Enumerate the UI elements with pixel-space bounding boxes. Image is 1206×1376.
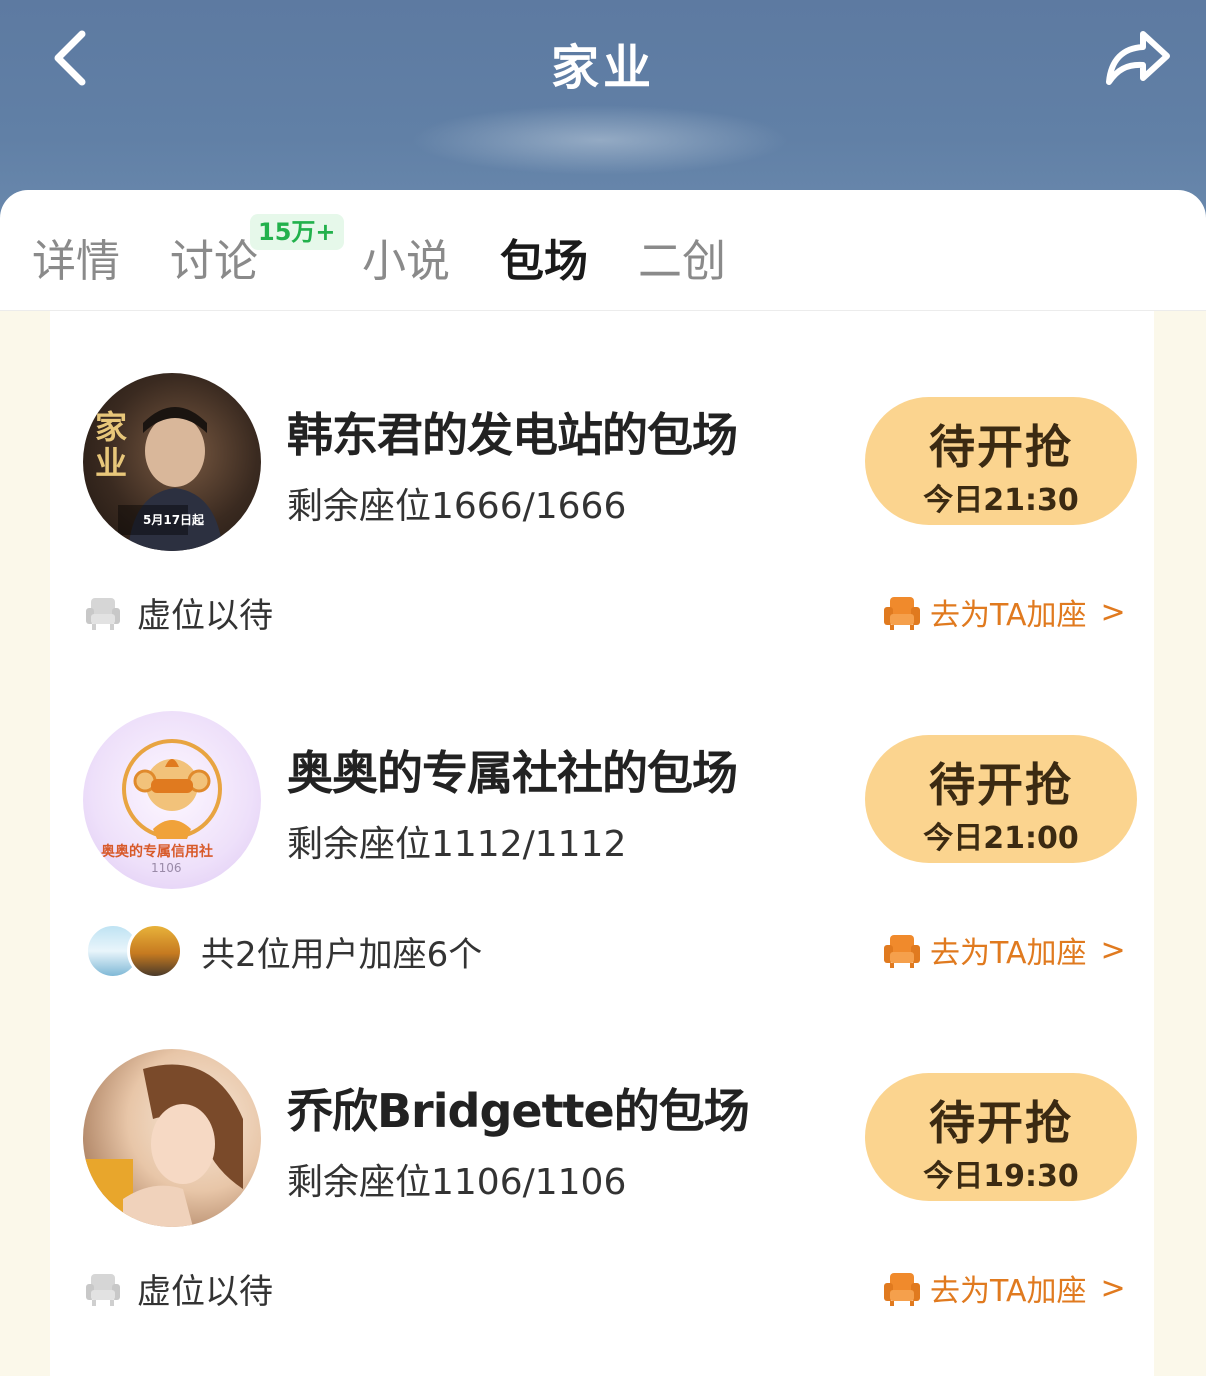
seat-status-text: 虚位以待 — [137, 1271, 273, 1312]
sofa-icon — [884, 935, 920, 968]
grab-button[interactable]: 待开抢 今日19:30 — [865, 1073, 1137, 1201]
avatar: 奥奥的专属信用社 1106 — [83, 711, 261, 889]
grab-button-label: 待开抢 — [929, 1096, 1073, 1150]
blurred-subtitle — [410, 105, 790, 175]
chevron-right-icon: > — [1100, 594, 1126, 630]
screening-list: 家业 5月17日起 韩东君的发电站的包场 剩余座位1666/1666 待开抢 今… — [50, 311, 1154, 1376]
discussion-count-badge: 15万+ — [250, 214, 344, 250]
avatar — [83, 1049, 261, 1227]
avatar-logo-text: 奥奥的专属信用社 — [101, 844, 213, 860]
grab-button-time: 今日21:00 — [923, 821, 1079, 856]
seat-status-text: 虚位以待 — [137, 595, 273, 636]
tab-fan-creation[interactable]: 二创 — [638, 225, 726, 289]
grab-button-time: 今日21:30 — [923, 483, 1079, 518]
seat-status: 虚位以待 — [83, 591, 273, 636]
page-title: 家业 — [550, 40, 655, 96]
tab-details[interactable]: 详情 — [32, 225, 120, 289]
grab-button[interactable]: 待开抢 今日21:00 — [865, 735, 1137, 863]
tab-novel[interactable]: 小说 — [362, 225, 450, 289]
screening-title: 乔欣Bridgette的包场 — [287, 1084, 750, 1138]
grab-button[interactable]: 待开抢 今日21:30 — [865, 397, 1137, 525]
seat-status: 虚位以待 — [83, 1267, 273, 1312]
share-button[interactable] — [1100, 22, 1175, 92]
add-seat-link[interactable]: 去为TA加座 > — [882, 927, 1126, 973]
grab-button-label: 待开抢 — [929, 420, 1073, 474]
sofa-icon — [884, 1273, 920, 1306]
add-seat-label: 去为TA加座 — [930, 1274, 1087, 1309]
avatar-poster-date: 5月17日起 — [143, 513, 205, 527]
avatar: 家业 5月17日起 — [83, 373, 261, 551]
add-seat-link[interactable]: 去为TA加座 > — [882, 1265, 1126, 1311]
remaining-seats: 剩余座位1666/1666 — [287, 486, 627, 527]
seat-status: 共2位用户加座6个 — [85, 921, 482, 981]
screening-card[interactable]: 奥奥的专属信用社 1106 奥奥的专属社社的包场 剩余座位1112/1112 待… — [50, 649, 1154, 987]
grab-button-label: 待开抢 — [929, 758, 1073, 812]
grab-button-time: 今日19:30 — [923, 1159, 1079, 1194]
tab-bar: 详情 讨论 15万+ 小说 包场 二创 — [0, 190, 1206, 311]
empty-seat-icon — [86, 598, 120, 630]
add-seat-label: 去为TA加座 — [930, 598, 1087, 633]
chevron-right-icon: > — [1100, 932, 1126, 968]
sofa-icon — [884, 597, 920, 630]
chevron-right-icon: > — [1100, 1270, 1126, 1306]
screening-title: 韩东君的发电站的包场 — [287, 408, 738, 462]
user-avatar — [127, 923, 183, 979]
share-arrow-icon — [1105, 31, 1170, 85]
empty-seat-icon — [86, 1274, 120, 1306]
seat-status-text: 共2位用户加座6个 — [201, 934, 483, 975]
add-seat-label: 去为TA加座 — [930, 936, 1087, 971]
remaining-seats: 剩余座位1112/1112 — [287, 824, 627, 865]
screening-card[interactable]: 家业 5月17日起 韩东君的发电站的包场 剩余座位1666/1666 待开抢 今… — [50, 311, 1154, 649]
avatar-poster-title: 家业 — [95, 408, 128, 482]
screening-card[interactable]: 乔欣Bridgette的包场 剩余座位1106/1106 待开抢 今日19:30… — [50, 987, 1154, 1325]
tab-private-screening[interactable]: 包场 — [500, 225, 588, 289]
add-seat-link[interactable]: 去为TA加座 > — [882, 589, 1126, 635]
remaining-seats: 剩余座位1106/1106 — [287, 1162, 627, 1203]
tab-discussion[interactable]: 讨论 — [170, 225, 258, 289]
avatar-logo-number: 1106 — [151, 861, 182, 875]
screening-title: 奥奥的专属社社的包场 — [287, 746, 738, 800]
portrait-image — [83, 1064, 243, 1227]
